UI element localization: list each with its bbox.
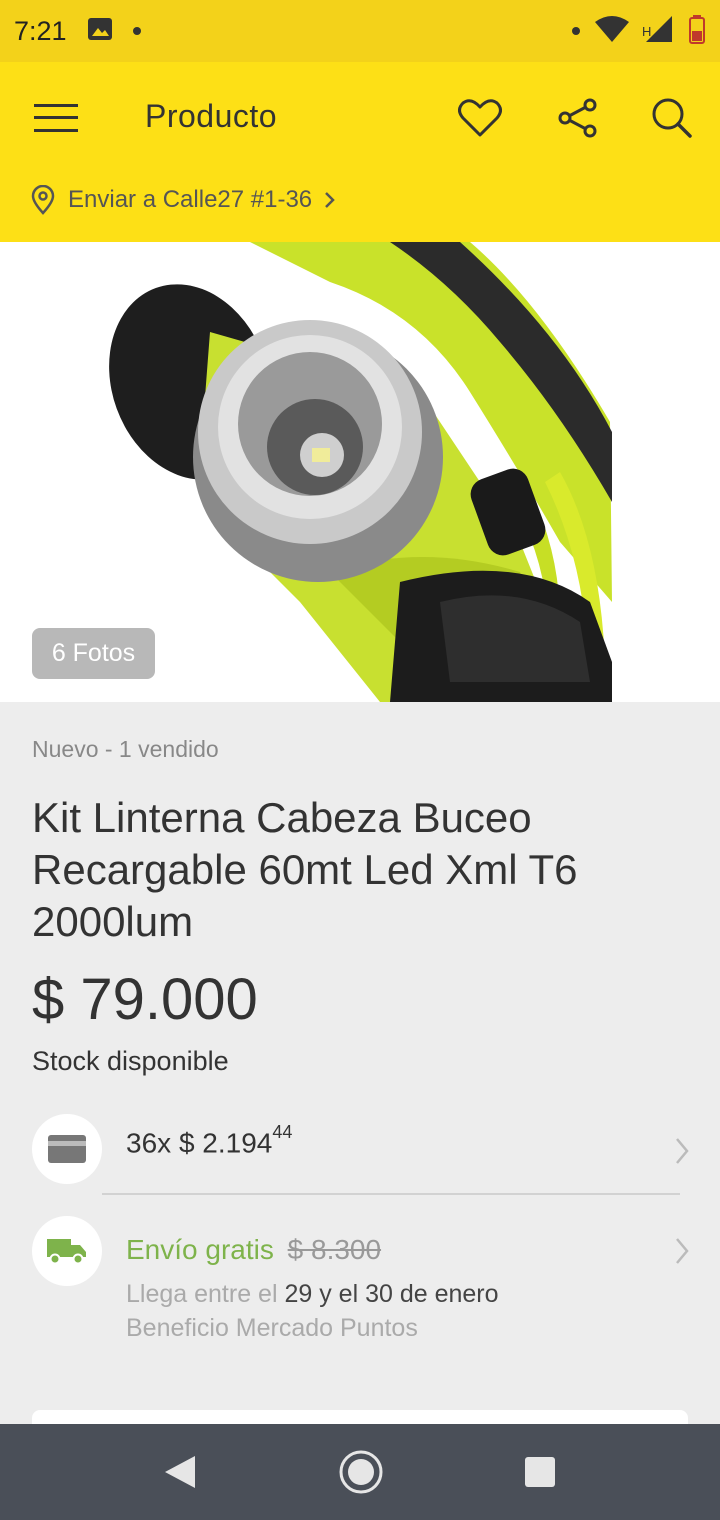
menu-button[interactable] xyxy=(26,92,86,144)
home-circle-icon xyxy=(339,1450,383,1494)
shipping-icon-circle xyxy=(32,1216,102,1286)
back-triangle-icon xyxy=(165,1456,195,1488)
installments-count: 36x xyxy=(126,1127,172,1159)
share-icon xyxy=(558,98,597,138)
search-button[interactable] xyxy=(642,92,702,144)
free-shipping-text: Envío gratis $ 8.300 xyxy=(126,1234,381,1266)
installments-text: 36x $ 2.19444 xyxy=(126,1122,292,1159)
page-title: Producto xyxy=(145,98,278,134)
benefit-text: Beneficio Mercado Puntos xyxy=(126,1314,418,1342)
home-button[interactable] xyxy=(335,1446,387,1498)
old-shipping-price: $ 8.300 xyxy=(287,1234,382,1265)
status-time: 7:21 xyxy=(14,15,67,46)
shipping-row[interactable]: Envío gratis $ 8.300 Llega entre el 29 y… xyxy=(32,1216,692,1356)
shipping-prefix: Enviar a xyxy=(68,186,157,213)
photo-count-badge[interactable]: 6 Fotos xyxy=(32,628,155,679)
shipping-address-link[interactable]: Enviar a Calle27 #1-36 xyxy=(30,180,336,220)
installments-cents: 44 xyxy=(272,1122,293,1142)
share-button[interactable] xyxy=(548,92,608,144)
signal-icon: H xyxy=(642,14,674,49)
recent-apps-button[interactable] xyxy=(520,1452,560,1492)
chevron-right-icon xyxy=(676,1238,689,1264)
product-price: $ 79.000 xyxy=(32,967,258,1032)
notification-dot-icon xyxy=(132,27,141,35)
hamburger-menu-icon xyxy=(34,104,78,132)
heart-icon xyxy=(458,99,502,137)
back-button[interactable] xyxy=(158,1448,202,1496)
installments-row[interactable]: 36x $ 2.19444 xyxy=(32,1114,692,1194)
chevron-right-icon xyxy=(676,1138,689,1164)
search-icon xyxy=(652,98,692,138)
network-type-label: H xyxy=(642,23,652,39)
system-nav-bar xyxy=(0,1424,720,1520)
image-notification-icon xyxy=(87,16,113,47)
wifi-icon xyxy=(594,14,630,49)
stock-status: Stock disponible xyxy=(32,1046,229,1076)
product-title: Kit Linterna Cabeza Buceo Recargable 60m… xyxy=(32,794,578,945)
credit-card-icon xyxy=(48,1135,86,1163)
installments-icon-circle xyxy=(32,1114,102,1184)
app-header: Producto Enviar a Calle27 #1-36 xyxy=(0,62,720,242)
shipping-address: Calle27 #1-36 xyxy=(162,186,313,213)
arrival-prefix: Llega entre el xyxy=(126,1280,278,1308)
installments-amount: $ 2.194 xyxy=(178,1127,273,1159)
location-pin-icon xyxy=(31,185,55,215)
chevron-right-icon xyxy=(325,192,335,208)
battery-icon xyxy=(688,14,706,49)
arrival-text: Llega entre el 29 y el 30 de enero xyxy=(126,1280,499,1309)
truck-icon xyxy=(47,1239,86,1265)
recent-apps-icon xyxy=(525,1457,555,1487)
product-gallery[interactable]: 6 Fotos xyxy=(0,242,720,702)
shipping-address-text: Enviar a Calle27 #1-36 xyxy=(68,186,312,214)
favorite-button[interactable] xyxy=(450,92,510,144)
arrival-dates: 29 y el 30 de enero xyxy=(284,1280,499,1308)
notification-dot-icon xyxy=(572,27,580,35)
product-condition: Nuevo - 1 vendido xyxy=(32,736,219,762)
free-shipping-label: Envío gratis xyxy=(126,1234,274,1265)
status-bar: 7:21 H xyxy=(0,0,720,62)
divider xyxy=(102,1193,680,1195)
